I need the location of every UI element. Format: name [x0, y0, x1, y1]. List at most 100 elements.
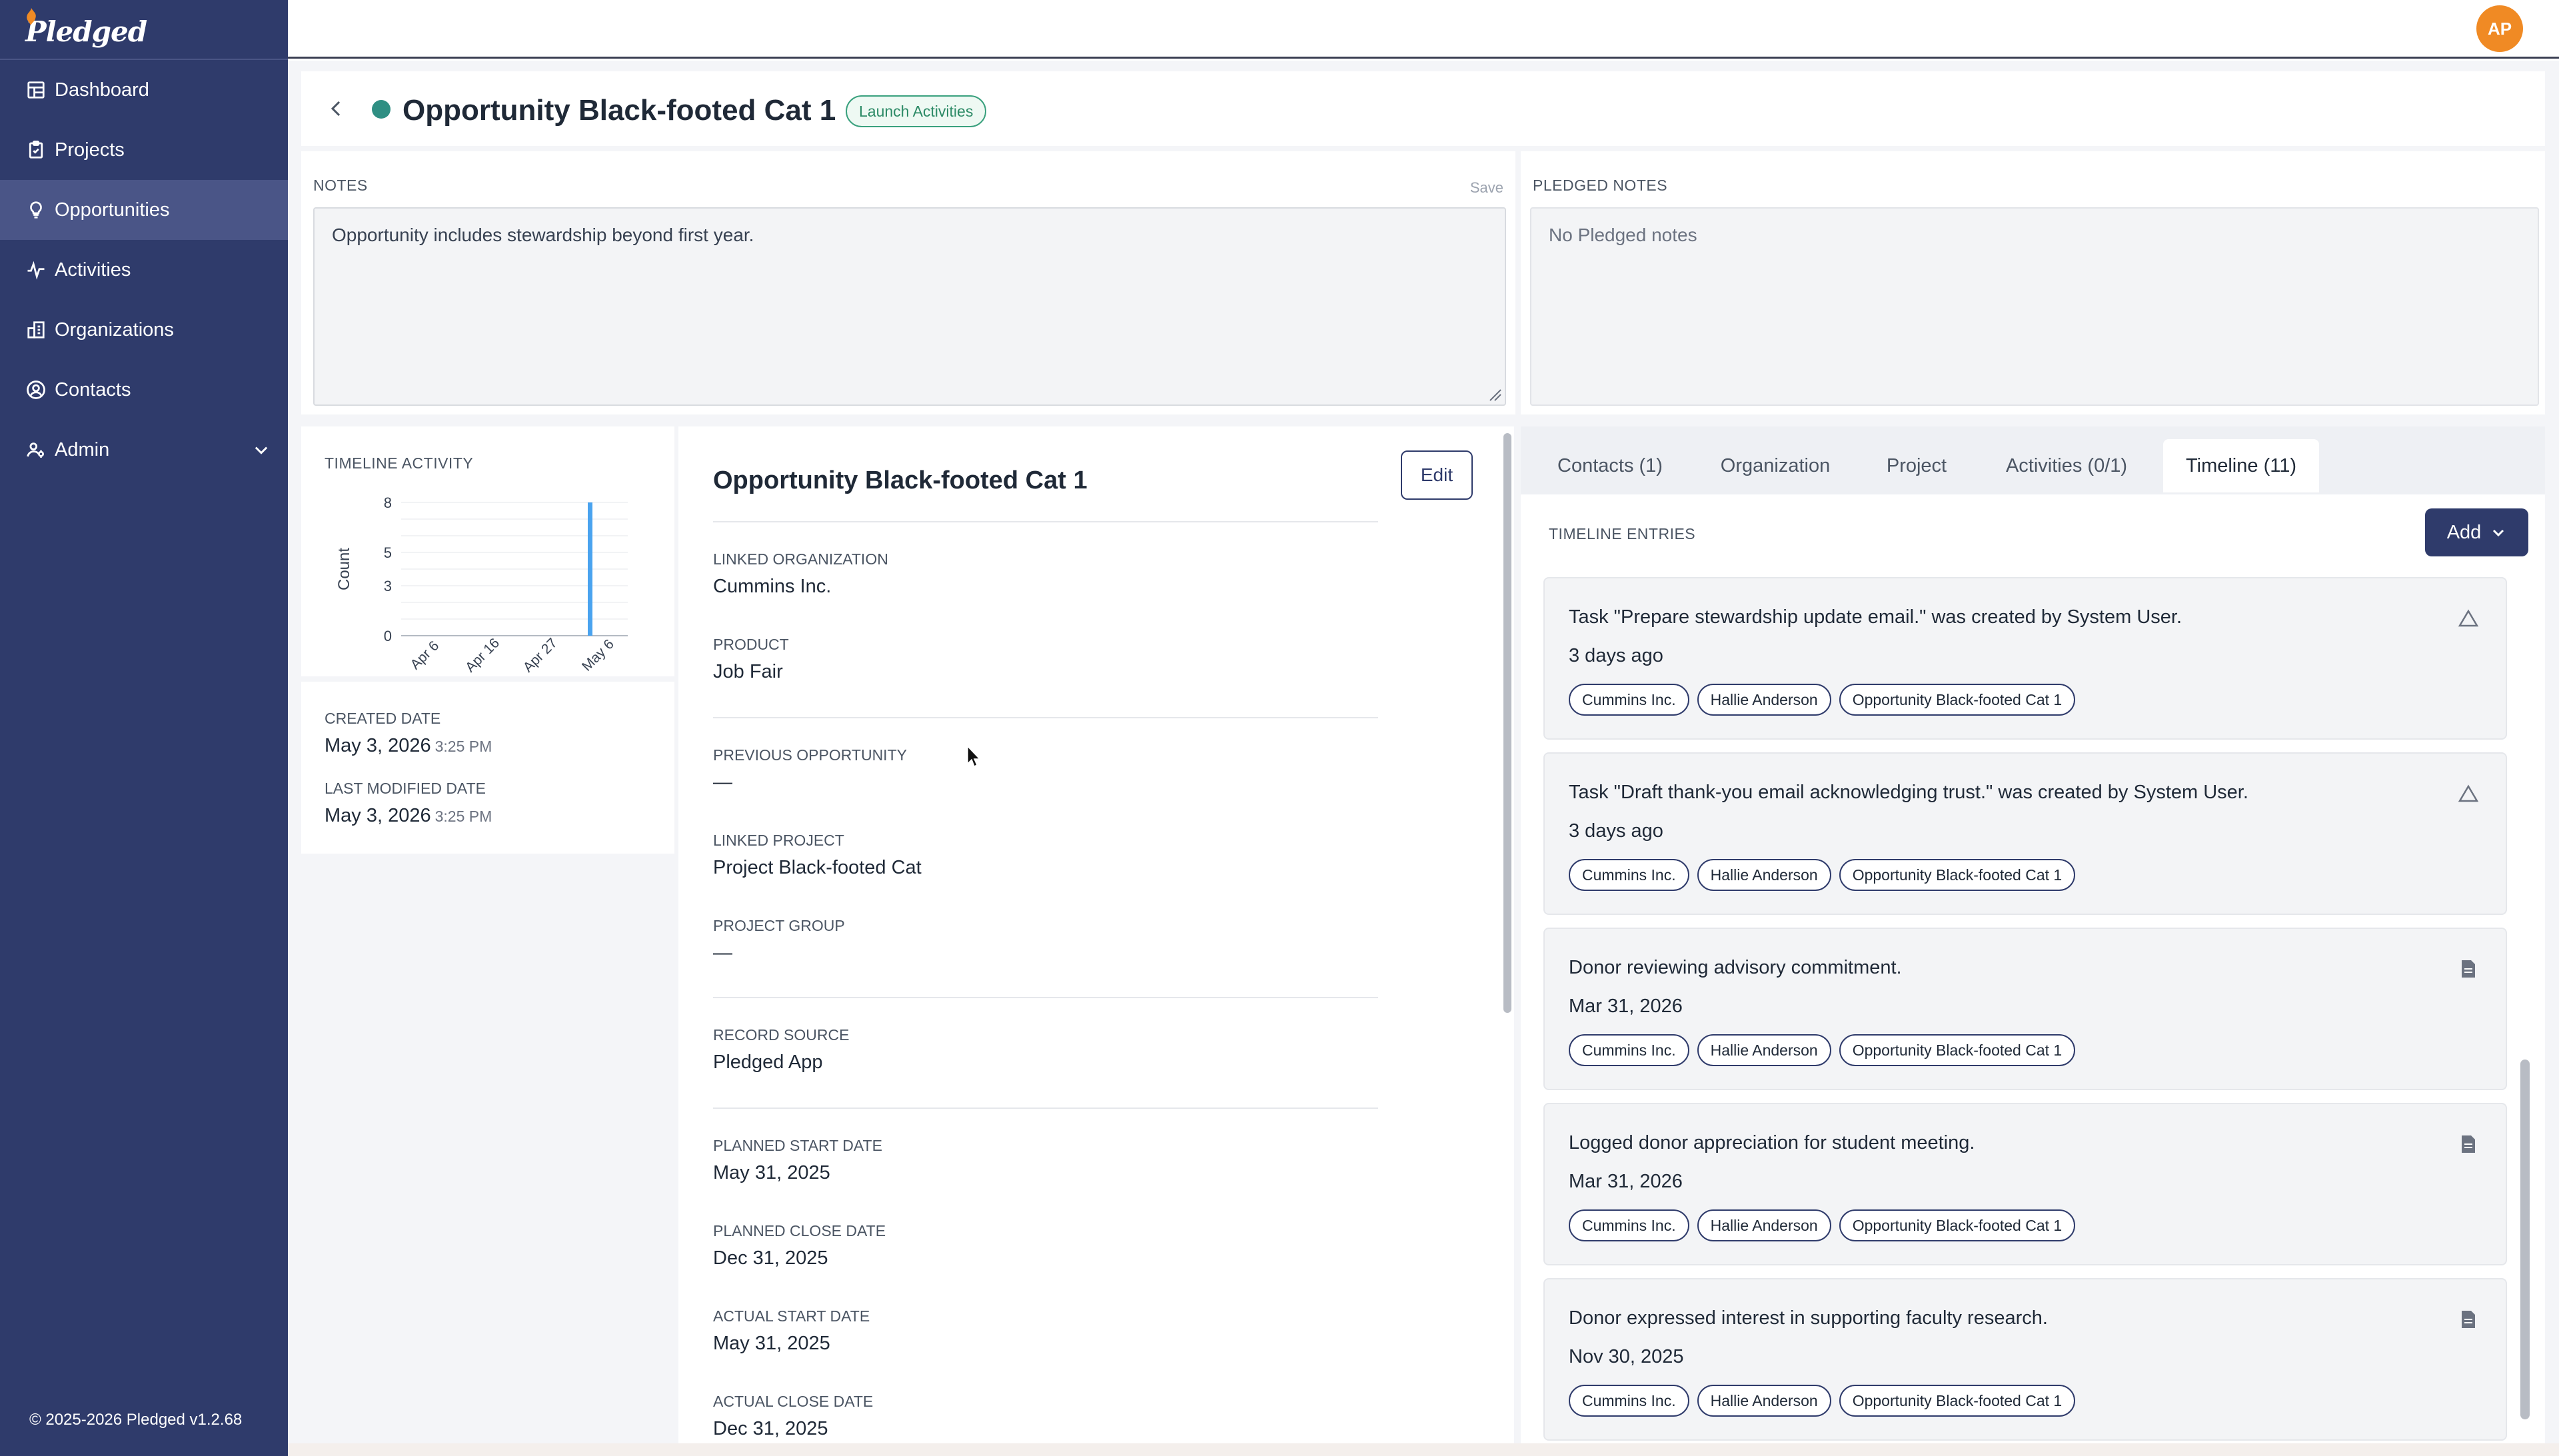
pledged-notes-label: PLEDGED NOTES [1533, 177, 1668, 194]
divider [713, 717, 1378, 718]
entry-tags: Cummins Inc. Hallie Anderson Opportunity… [1569, 1034, 2076, 1066]
sidebar-item-activities[interactable]: Activities [0, 240, 288, 300]
actual-start-date-label: ACTUAL START DATE [713, 1307, 870, 1325]
sidebar-item-label: Admin [55, 438, 110, 460]
modified-time: 3:25 PM [434, 808, 492, 825]
timeline-entry[interactable]: Task "Draft thank-you email acknowledgin… [1543, 752, 2507, 915]
details-scrollbar-thumb[interactable] [1503, 433, 1511, 1013]
chart-bar [588, 502, 592, 636]
tag-organization[interactable]: Cummins Inc. [1569, 684, 1689, 716]
users-gear-icon [25, 439, 47, 460]
chart-x-tick-label: Apr 27 [520, 635, 560, 673]
entry-time: 3 days ago [1569, 820, 1663, 842]
previous-opportunity-label: PREVIOUS OPPORTUNITY [713, 746, 907, 764]
sidebar-item-label: Activities [55, 259, 131, 281]
linked-organization-value: Cummins Inc. [713, 576, 832, 597]
page-header: Opportunity Black-footed Cat 1 Launch Ac… [301, 71, 2545, 146]
entry-tags: Cummins Inc. Hallie Anderson Opportunity… [1569, 1209, 2076, 1241]
record-dates-card: CREATED DATE May 3, 2026 3:25 PM LAST MOD… [301, 682, 674, 854]
notes-section: NOTES Save Opportunity includes stewards… [301, 151, 1515, 414]
created-time: 3:25 PM [434, 738, 492, 755]
chevron-left-icon [331, 101, 341, 117]
sidebar-item-label: Organizations [55, 319, 174, 341]
tag-organization[interactable]: Cummins Inc. [1569, 1034, 1689, 1066]
created-date: May 3, 2026 [325, 735, 431, 756]
top-bar: AP [288, 0, 2559, 59]
entry-time: Mar 31, 2026 [1569, 996, 1683, 1017]
add-button[interactable]: Add [2425, 508, 2528, 556]
app-logo[interactable]: Pledged [25, 8, 147, 53]
tag-opportunity[interactable]: Opportunity Black-footed Cat 1 [1839, 1034, 2076, 1066]
created-date-value: May 3, 2026 3:25 PM [325, 735, 492, 757]
launch-activities-badge[interactable]: Launch Activities [846, 95, 987, 127]
sidebar-item-organizations[interactable]: Organizations [0, 300, 288, 360]
entry-title: Donor expressed interest in supporting f… [1569, 1307, 2048, 1329]
sidebar-item-dashboard[interactable]: Dashboard [0, 60, 288, 120]
tab-timeline[interactable]: Timeline (11) [2163, 439, 2319, 492]
tag-contact[interactable]: Hallie Anderson [1697, 859, 1831, 891]
edit-button[interactable]: Edit [1401, 450, 1473, 500]
entry-time: Nov 30, 2025 [1569, 1346, 1684, 1367]
page-title: Opportunity Black-footed Cat 1 [403, 94, 836, 127]
tag-organization[interactable]: Cummins Inc. [1569, 1385, 1689, 1417]
sidebar-item-projects[interactable]: Projects [0, 120, 288, 180]
logo-text: Pledged [25, 15, 147, 48]
divider [713, 997, 1378, 998]
tag-opportunity[interactable]: Opportunity Black-footed Cat 1 [1839, 684, 2076, 716]
chevron-down-icon[interactable] [252, 440, 271, 459]
sidebar-item-opportunities[interactable]: Opportunities [0, 180, 288, 240]
sidebar-item-admin[interactable]: Admin [0, 420, 288, 480]
planned-close-date-label: PLANNED CLOSE DATE [713, 1222, 886, 1239]
project-group-value: — [713, 942, 732, 964]
tab-activities[interactable]: Activities (0/1) [1978, 439, 2155, 492]
divider [713, 1107, 1378, 1109]
details-title: Opportunity Black-footed Cat 1 [713, 466, 1088, 494]
timeline-activity-label: TIMELINE ACTIVITY [325, 454, 474, 472]
modified-date-label: LAST MODIFIED DATE [325, 780, 486, 797]
linked-project-value[interactable]: Project Black-footed Cat [713, 857, 922, 879]
timeline-activity-card: TIMELINE ACTIVITY 0 3 5 8 Count Apr 6 Apr 16 Ap… [301, 426, 674, 676]
flame-icon [27, 8, 36, 25]
entry-title: Task "Draft thank-you email acknowledgin… [1569, 782, 2248, 803]
avatar[interactable]: AP [2476, 5, 2523, 52]
timeline-entry[interactable]: Donor reviewing advisory commitment. Mar… [1543, 928, 2507, 1090]
tag-contact[interactable]: Hallie Anderson [1697, 1034, 1831, 1066]
timeline-entries-label: TIMELINE ENTRIES [1549, 525, 1696, 542]
record-source-label: RECORD SOURCE [713, 1026, 850, 1044]
tag-organization[interactable]: Cummins Inc. [1569, 1209, 1689, 1241]
planned-start-date-value: May 31, 2025 [713, 1162, 830, 1183]
resize-grip-icon[interactable] [1486, 386, 1502, 402]
tag-contact[interactable]: Hallie Anderson [1697, 1385, 1831, 1417]
entry-tags: Cummins Inc. Hallie Anderson Opportunity… [1569, 1385, 2076, 1417]
app-footer: © 2025-2026 Pledged v1.2.68 [29, 1411, 243, 1429]
timeline-entry[interactable]: Logged donor appreciation for student me… [1543, 1103, 2507, 1265]
tab-organization[interactable]: Organization [1695, 439, 1855, 492]
modified-date: May 3, 2026 [325, 805, 431, 826]
tag-contact[interactable]: Hallie Anderson [1697, 1209, 1831, 1241]
entry-tags: Cummins Inc. Hallie Anderson Opportunity… [1569, 684, 2076, 716]
tag-contact[interactable]: Hallie Anderson [1697, 684, 1831, 716]
back-button[interactable] [321, 94, 351, 123]
timeline-scrollbar[interactable] [2520, 1060, 2530, 1419]
timeline-entry[interactable]: Task "Prepare stewardship update email."… [1543, 577, 2507, 740]
sidebar-item-contacts[interactable]: Contacts [0, 360, 288, 420]
tag-organization[interactable]: Cummins Inc. [1569, 859, 1689, 891]
tab-contacts[interactable]: Contacts (1) [1533, 439, 1687, 492]
timeline-entry[interactable]: Donor expressed interest in supporting f… [1543, 1278, 2507, 1441]
tag-opportunity[interactable]: Opportunity Black-footed Cat 1 [1839, 1385, 2076, 1417]
planned-close-date-value: Dec 31, 2025 [713, 1247, 828, 1269]
divider [713, 521, 1378, 522]
tab-project[interactable]: Project [1863, 439, 1970, 492]
activity-icon [25, 259, 47, 281]
timeline-activity-chart: 0 3 5 8 Count Apr 6 Apr 16 Apr 27 May 6 [335, 494, 628, 673]
chart-x-tick-label: Apr 16 [462, 635, 502, 673]
tag-opportunity[interactable]: Opportunity Black-footed Cat 1 [1839, 859, 2076, 891]
mouse-cursor-icon [967, 745, 981, 768]
previous-opportunity-value: — [713, 772, 732, 793]
tag-opportunity[interactable]: Opportunity Black-footed Cat 1 [1839, 1209, 2076, 1241]
timeline-entries-list: Task "Prepare stewardship update email."… [1543, 577, 2507, 1443]
notes-textarea[interactable]: Opportunity includes stewardship beyond … [313, 207, 1506, 406]
chevron-down-icon [2493, 529, 2504, 537]
sidebar-item-label: Dashboard [55, 79, 149, 101]
save-notes-button[interactable]: Save [1470, 179, 1503, 197]
